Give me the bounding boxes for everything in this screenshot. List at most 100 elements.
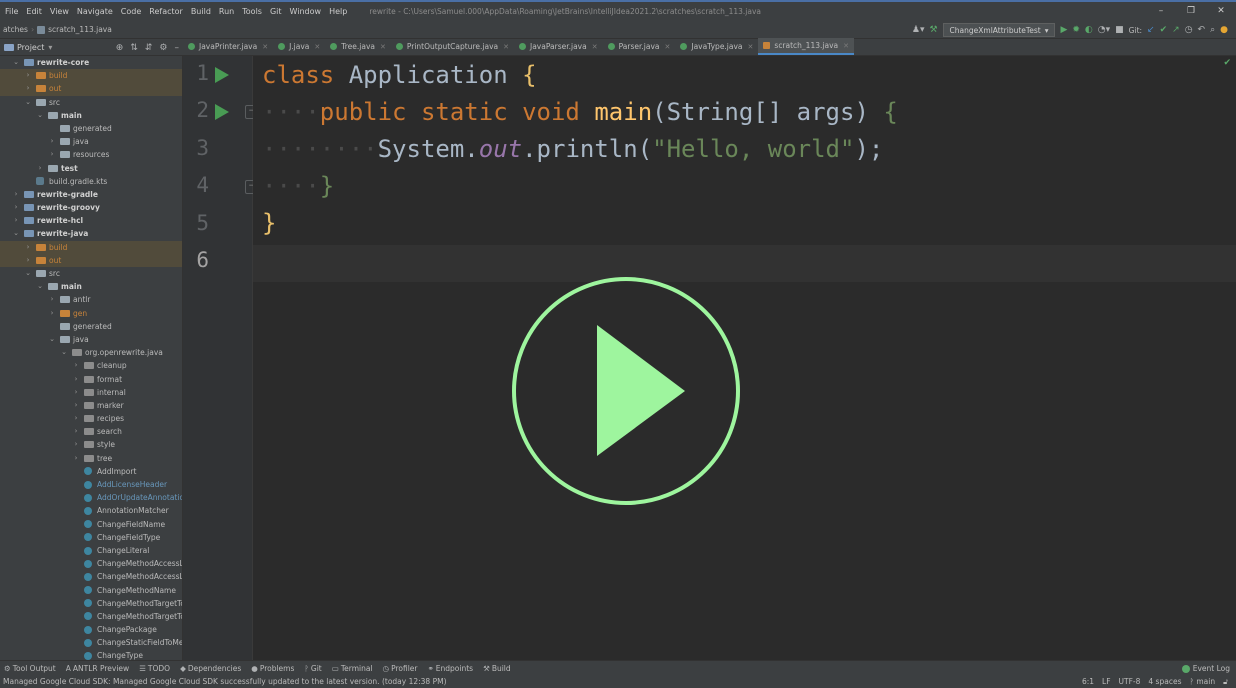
run-config-dropdown[interactable]: ChangeXmlAttributeTest ▾ xyxy=(942,23,1056,37)
editor-tab[interactable]: JavaParser.java ✕ xyxy=(514,38,603,55)
tree-node[interactable]: ChangeMethodName xyxy=(0,584,182,597)
tree-node[interactable]: AddLicenseHeader xyxy=(0,478,182,491)
tree-node[interactable]: ChangeFieldName xyxy=(0,518,182,531)
chevron-right-icon[interactable]: › xyxy=(48,293,56,306)
tree-node[interactable]: › recipes xyxy=(0,412,182,425)
chevron-right-icon[interactable]: › xyxy=(24,254,32,267)
user-icon[interactable]: ♟▾ xyxy=(912,25,925,35)
menu-build[interactable]: Build xyxy=(187,7,215,16)
chevron-down-icon[interactable]: ⌄ xyxy=(24,267,32,280)
gear-icon[interactable]: ⚙ xyxy=(159,43,167,53)
editor-tab[interactable]: Tree.java ✕ xyxy=(325,38,391,55)
tool-window-button[interactable]: ◆ Dependencies xyxy=(180,664,241,673)
editor-tab[interactable]: J.java ✕ xyxy=(273,38,325,55)
tree-node[interactable]: ⌄ rewrite-core xyxy=(0,56,182,69)
chevron-down-icon[interactable]: ▾ xyxy=(48,43,52,52)
tree-node[interactable]: ⌄ rewrite-java xyxy=(0,227,182,240)
chevron-right-icon[interactable]: › xyxy=(12,188,20,201)
tool-window-button[interactable]: ◷ Profiler xyxy=(383,664,418,673)
close-tab-icon[interactable]: ✕ xyxy=(503,43,509,51)
chevron-right-icon[interactable]: › xyxy=(24,241,32,254)
tree-node[interactable]: ChangeLiteral xyxy=(0,544,182,557)
menu-refactor[interactable]: Refactor xyxy=(145,7,187,16)
chevron-right-icon[interactable]: › xyxy=(12,214,20,227)
close-tab-icon[interactable]: ✕ xyxy=(664,43,670,51)
tree-node[interactable]: ChangeFieldType xyxy=(0,531,182,544)
collapse-all-icon[interactable]: ⇵ xyxy=(145,43,153,53)
menu-help[interactable]: Help xyxy=(325,7,351,16)
tree-node[interactable]: ChangeMethodAccessLevelVisitor xyxy=(0,570,182,583)
minimize-button[interactable]: – xyxy=(1146,2,1176,21)
close-tab-icon[interactable]: ✕ xyxy=(843,42,849,50)
tree-node[interactable]: › rewrite-gradle xyxy=(0,188,182,201)
line-separator[interactable]: LF xyxy=(1102,677,1111,686)
search-icon[interactable]: ⌕ xyxy=(1210,25,1215,35)
restore-button[interactable]: ❐ xyxy=(1176,2,1206,21)
tree-node[interactable]: ⌄ src xyxy=(0,267,182,280)
editor-tab[interactable]: Parser.java ✕ xyxy=(603,38,676,55)
chevron-right-icon[interactable]: › xyxy=(48,307,56,320)
tool-window-button[interactable]: ▭ Terminal xyxy=(332,664,373,673)
profile-icon[interactable]: ◔▾ xyxy=(1098,25,1110,35)
hide-icon[interactable]: – xyxy=(175,43,180,53)
chevron-right-icon[interactable]: › xyxy=(72,359,80,372)
tree-node[interactable]: ChangeType xyxy=(0,649,182,660)
editor-tab[interactable]: JavaPrinter.java ✕ xyxy=(183,38,273,55)
chevron-right-icon[interactable]: › xyxy=(72,425,80,438)
tree-node[interactable]: › internal xyxy=(0,386,182,399)
expand-all-icon[interactable]: ⇅ xyxy=(130,43,138,53)
tree-node[interactable]: ChangeMethodTargetToStatic xyxy=(0,597,182,610)
tree-node[interactable]: › style xyxy=(0,438,182,451)
editor-tab[interactable]: PrintOutputCapture.java ✕ xyxy=(391,38,514,55)
event-log-button[interactable]: Event Log xyxy=(1181,661,1230,676)
tree-node[interactable]: › gen xyxy=(0,307,182,320)
tool-window-button[interactable]: ⚙ Tool Output xyxy=(4,664,56,673)
tree-node[interactable]: ChangeMethodTargetToVariable xyxy=(0,610,182,623)
chevron-right-icon[interactable]: › xyxy=(72,373,80,386)
indent-setting[interactable]: 4 spaces xyxy=(1148,677,1181,686)
chevron-right-icon[interactable]: › xyxy=(72,386,80,399)
chevron-down-icon[interactable]: ⌄ xyxy=(24,96,32,109)
close-window-button[interactable]: ✕ xyxy=(1206,2,1236,21)
chevron-right-icon[interactable]: › xyxy=(24,69,32,82)
tree-node[interactable]: ⌄ main xyxy=(0,280,182,293)
editor-tab[interactable]: scratch_113.java ✕ xyxy=(758,38,854,55)
chevron-down-icon[interactable]: ⌄ xyxy=(12,56,20,69)
menu-tools[interactable]: Tools xyxy=(238,7,266,16)
chevron-right-icon[interactable]: › xyxy=(48,135,56,148)
tree-node[interactable]: › java xyxy=(0,135,182,148)
tree-node[interactable]: ChangeStaticFieldToMethod xyxy=(0,636,182,649)
build-hammer-icon[interactable]: ⚒ xyxy=(929,25,937,35)
lock-icon[interactable]: 🔓︎ xyxy=(1223,677,1228,687)
menu-git[interactable]: Git xyxy=(266,7,286,16)
git-push-icon[interactable]: ↗ xyxy=(1172,25,1180,35)
chevron-right-icon[interactable]: › xyxy=(12,201,20,214)
git-history-icon[interactable]: ◷ xyxy=(1185,25,1193,35)
code-editor[interactable]: ✔ class Application { ····public static … xyxy=(253,56,1236,660)
tree-node[interactable]: › build xyxy=(0,69,182,83)
chevron-down-icon[interactable]: ⌄ xyxy=(60,346,68,359)
git-update-icon[interactable]: ↙ xyxy=(1147,25,1155,35)
tree-node[interactable]: › antlr xyxy=(0,293,182,306)
tree-node[interactable]: AddImport xyxy=(0,465,182,478)
play-video-icon[interactable] xyxy=(510,275,742,507)
tree-node[interactable]: › test xyxy=(0,162,182,175)
tree-node[interactable]: generated xyxy=(0,320,182,333)
inspection-ok-icon[interactable]: ✔ xyxy=(1223,58,1231,68)
stop-icon[interactable]: ■ xyxy=(1115,25,1124,35)
tree-node[interactable]: › out xyxy=(0,253,182,267)
tree-node[interactable]: › search xyxy=(0,425,182,438)
menu-edit[interactable]: Edit xyxy=(22,7,46,16)
menu-run[interactable]: Run xyxy=(215,7,238,16)
tree-node[interactable]: ChangePackage xyxy=(0,623,182,636)
tool-window-button[interactable]: ⚒ Build xyxy=(483,664,511,673)
menu-window[interactable]: Window xyxy=(286,7,326,16)
tree-node[interactable]: › resources xyxy=(0,148,182,161)
close-tab-icon[interactable]: ✕ xyxy=(262,43,268,51)
tree-node[interactable]: ⌄ main xyxy=(0,109,182,122)
caret-position[interactable]: 6:1 xyxy=(1082,677,1094,686)
menu-file[interactable]: File xyxy=(0,7,22,16)
breadcrumb-file[interactable]: scratch_113.java xyxy=(34,25,115,34)
chevron-right-icon[interactable]: › xyxy=(72,399,80,412)
editor-tab[interactable]: JavaType.java ✕ xyxy=(675,38,758,55)
